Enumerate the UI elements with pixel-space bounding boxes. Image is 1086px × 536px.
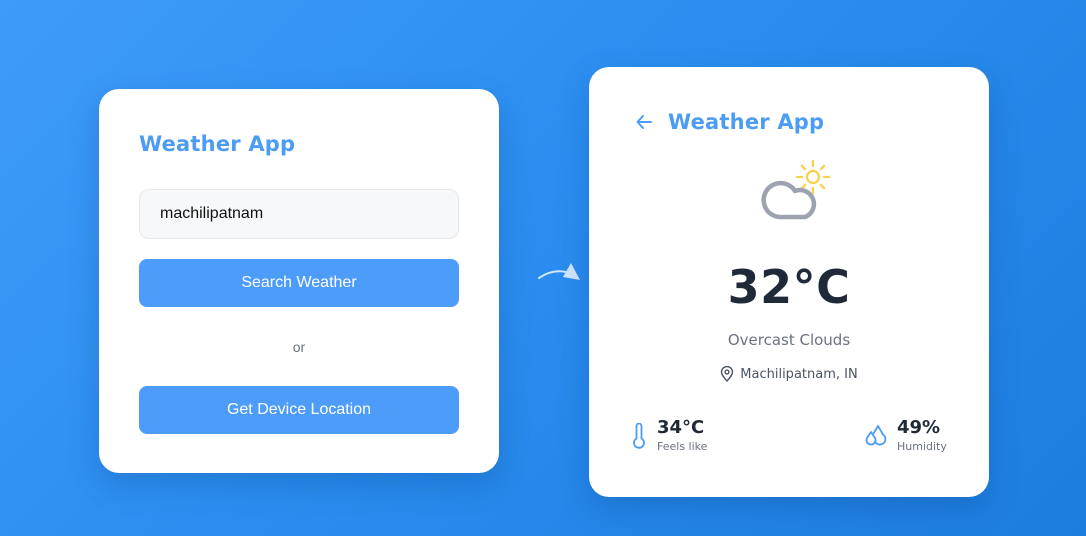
transition-arrow-icon bbox=[538, 263, 580, 280]
temperature-value: 32°C bbox=[727, 260, 851, 314]
feels-like-label: Feels like bbox=[657, 440, 708, 453]
location-text: Machilipatnam, IN bbox=[740, 366, 858, 382]
feels-like-stat: 34°C Feels like bbox=[631, 417, 707, 454]
back-button[interactable] bbox=[633, 111, 655, 133]
cloud-sun-icon bbox=[761, 159, 831, 220]
app-title: Weather App bbox=[668, 110, 825, 134]
search-weather-label: Search Weather bbox=[241, 274, 357, 291]
map-pin-icon bbox=[721, 366, 734, 382]
get-device-location-button[interactable]: Get Device Location bbox=[139, 386, 459, 434]
humidity-value: 49% bbox=[897, 417, 941, 438]
app-title: Weather App bbox=[139, 132, 296, 156]
weather-description: Overcast Clouds bbox=[727, 331, 851, 349]
city-search-input[interactable] bbox=[139, 189, 459, 239]
thermometer-icon bbox=[633, 422, 645, 449]
search-card: Weather App Search Weather or Get Device… bbox=[99, 89, 499, 473]
feels-like-value: 34°C bbox=[657, 417, 705, 438]
or-separator: or bbox=[292, 339, 306, 355]
humidity-stat: 49% Humidity bbox=[863, 417, 947, 454]
weather-result-card: Weather App 32°C Overcast Clouds Machili… bbox=[589, 67, 989, 497]
humidity-label: Humidity bbox=[897, 440, 947, 453]
arrow-left-icon bbox=[636, 115, 652, 129]
search-weather-button[interactable]: Search Weather bbox=[139, 259, 459, 307]
get-device-location-label: Get Device Location bbox=[226, 401, 372, 418]
droplets-icon bbox=[865, 424, 887, 445]
location-row: Machilipatnam, IN bbox=[589, 366, 989, 382]
